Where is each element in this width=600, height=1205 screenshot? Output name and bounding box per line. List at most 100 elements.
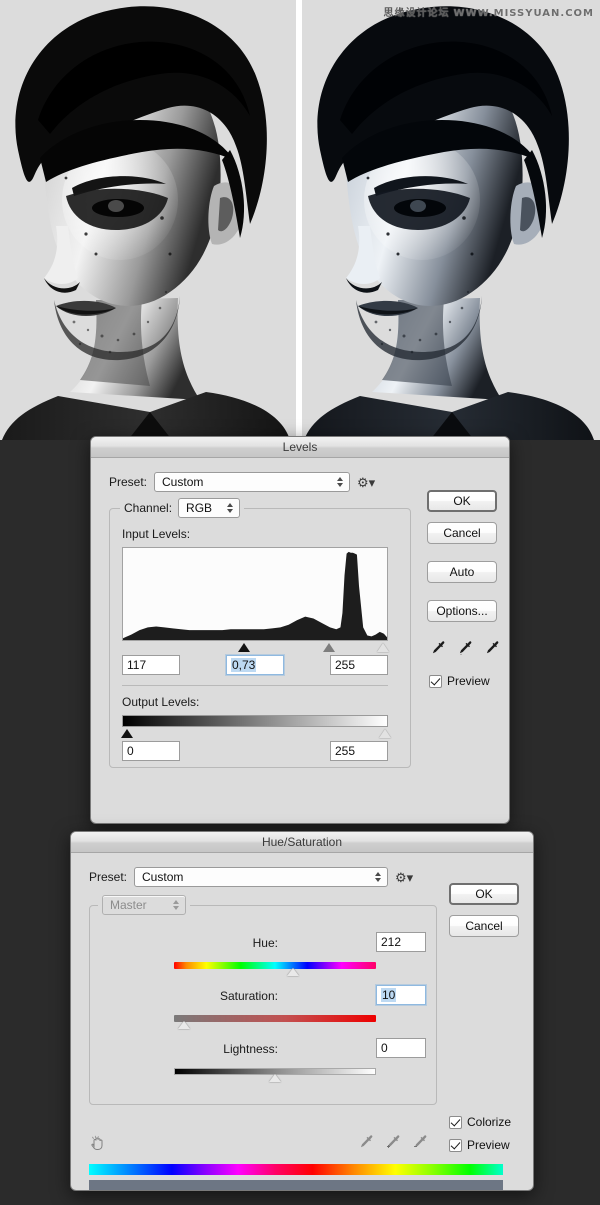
levels-output-label: Output Levels:: [122, 695, 200, 709]
hs-saturation-slider[interactable]: [174, 1015, 376, 1029]
hs-lightness-value: 0: [381, 1041, 388, 1055]
hs-cancel-label: Cancel: [465, 919, 503, 933]
before-portrait: [0, 0, 296, 440]
levels-auto-label: Auto: [449, 565, 475, 579]
after-portrait: [302, 0, 600, 440]
hs-preview-checkbox[interactable]: Preview: [449, 1138, 510, 1152]
hs-lightness-label: Lightness:: [223, 1042, 278, 1056]
chevron-updown-icon: [225, 501, 234, 515]
hs-preset-row: Preset: Custom ⚙▾: [89, 867, 413, 887]
eyedropper-add-icon[interactable]: [386, 1134, 402, 1150]
watermark-url: WWW.MISSYUAN.COM: [453, 8, 594, 19]
hs-lightness-thumb[interactable]: [269, 1074, 281, 1082]
levels-output-fields: 0 255: [122, 741, 388, 761]
levels-title: Levels: [282, 440, 318, 454]
levels-options-label: Options...: [436, 604, 488, 618]
levels-output-black-field[interactable]: 0: [122, 741, 180, 761]
photo-comparison-strip: 思缘设计论坛 WWW.MISSYUAN.COM: [0, 0, 600, 440]
levels-preview-label: Preview: [447, 674, 490, 688]
histogram-plot: [123, 551, 387, 640]
chevron-updown-icon: [373, 870, 382, 884]
levels-output-black-handle[interactable]: [121, 729, 134, 738]
hs-spectrum-range-bar[interactable]: [89, 1180, 503, 1190]
levels-histogram[interactable]: [122, 547, 388, 641]
levels-preview-checkbox[interactable]: Preview: [429, 674, 490, 688]
eyedropper-subtract-icon[interactable]: [413, 1134, 429, 1150]
levels-white-point-handle[interactable]: [376, 643, 389, 652]
levels-input-label: Input Levels:: [122, 527, 191, 541]
levels-input-gamma-field[interactable]: 0,73: [226, 655, 284, 675]
hs-colorize-label: Colorize: [467, 1115, 512, 1129]
levels-ok-button[interactable]: OK: [427, 490, 497, 512]
hue-saturation-titlebar[interactable]: Hue/Saturation: [71, 832, 533, 853]
hs-saturation-label: Saturation:: [219, 989, 278, 1003]
levels-output-black-value: 0: [127, 744, 134, 758]
hue-saturation-dialog: Hue/Saturation Preset: Custom ⚙▾ Master: [70, 831, 534, 1191]
hs-saturation-thumb[interactable]: [178, 1021, 191, 1029]
watermark-cn: 思缘设计论坛: [383, 8, 450, 19]
hs-hue-field[interactable]: 212: [376, 932, 426, 952]
chevron-updown-icon: [171, 898, 180, 912]
levels-input-white-field[interactable]: 255: [330, 655, 388, 675]
hs-preview-label: Preview: [467, 1138, 510, 1152]
levels-output-white-value: 255: [335, 744, 356, 758]
eyedropper-black-icon[interactable]: [431, 640, 447, 656]
eyedropper-icon[interactable]: [359, 1134, 375, 1150]
hue-saturation-title: Hue/Saturation: [261, 835, 343, 849]
levels-ok-label: OK: [453, 494, 471, 508]
chevron-updown-icon: [335, 475, 344, 489]
levels-output-white-field[interactable]: 255: [330, 741, 388, 761]
eyedropper-white-icon[interactable]: [485, 640, 501, 656]
hs-saturation-field[interactable]: 10: [376, 985, 426, 1005]
levels-black-point-handle[interactable]: [238, 643, 251, 652]
levels-auto-button[interactable]: Auto: [427, 561, 497, 583]
hs-master-select[interactable]: Master: [102, 895, 186, 915]
gear-icon[interactable]: ⚙▾: [357, 476, 375, 489]
levels-input-white-value: 255: [335, 658, 356, 672]
hs-hue-thumb[interactable]: [287, 968, 300, 976]
levels-cancel-label: Cancel: [443, 526, 481, 540]
levels-eyedropper-group: [431, 640, 501, 656]
hs-eyedropper-group: [359, 1134, 429, 1150]
hs-preset-select[interactable]: Custom: [134, 867, 389, 887]
hs-hue-slider[interactable]: [174, 962, 376, 976]
levels-cancel-button[interactable]: Cancel: [427, 522, 497, 544]
hs-lightness-field[interactable]: 0: [376, 1038, 426, 1058]
levels-channel-select[interactable]: RGB: [178, 498, 241, 518]
levels-dialog: Levels Preset: Custom ⚙▾ Channel: RGB In…: [90, 436, 510, 824]
checkbox-checked-icon: [429, 674, 442, 688]
levels-titlebar[interactable]: Levels: [91, 437, 509, 458]
levels-preset-label: Preset:: [109, 475, 148, 489]
gear-icon[interactable]: ⚙▾: [395, 871, 413, 884]
hs-preset-value: Custom: [142, 870, 184, 884]
screenshot-root: 思缘设计论坛 WWW.MISSYUAN.COM Levels Preset: Cu…: [0, 0, 600, 1205]
levels-gray-point-handle[interactable]: [323, 643, 336, 652]
hs-ok-button[interactable]: OK: [449, 883, 519, 905]
levels-channel-row: Channel: RGB: [120, 498, 245, 518]
checkbox-checked-icon: [449, 1115, 462, 1129]
hs-main-group: Master Hue: 212 Saturation: 10 Lightness…: [89, 895, 437, 1105]
hs-spectrum-bar: [89, 1164, 503, 1175]
levels-preset-select[interactable]: Custom: [154, 472, 351, 492]
levels-preset-value: Custom: [162, 475, 204, 489]
hand-icon[interactable]: [89, 1134, 107, 1152]
levels-channel-label: Channel:: [124, 501, 173, 515]
before-portrait-image: [0, 0, 296, 440]
levels-input-black-value: 117: [127, 658, 147, 672]
hs-master-value: Master: [110, 898, 147, 912]
levels-input-black-field[interactable]: 117: [122, 655, 180, 675]
levels-output-white-handle[interactable]: [379, 729, 392, 738]
hs-lightness-slider[interactable]: [174, 1068, 376, 1082]
levels-output-gradient[interactable]: [122, 715, 388, 727]
levels-options-button[interactable]: Options...: [427, 600, 497, 622]
hs-saturation-value: 10: [381, 988, 397, 1002]
watermark: 思缘设计论坛 WWW.MISSYUAN.COM: [384, 4, 594, 19]
hs-colorize-checkbox[interactable]: Colorize: [449, 1115, 511, 1129]
hs-cancel-button[interactable]: Cancel: [449, 915, 519, 937]
levels-input-gamma-value: 0,73: [231, 658, 257, 672]
hs-hue-label: Hue:: [252, 936, 278, 950]
levels-input-slider[interactable]: [122, 642, 389, 653]
eyedropper-gray-icon[interactable]: [458, 640, 474, 656]
checkbox-checked-icon: [449, 1138, 462, 1152]
levels-output-slider[interactable]: [121, 728, 392, 739]
